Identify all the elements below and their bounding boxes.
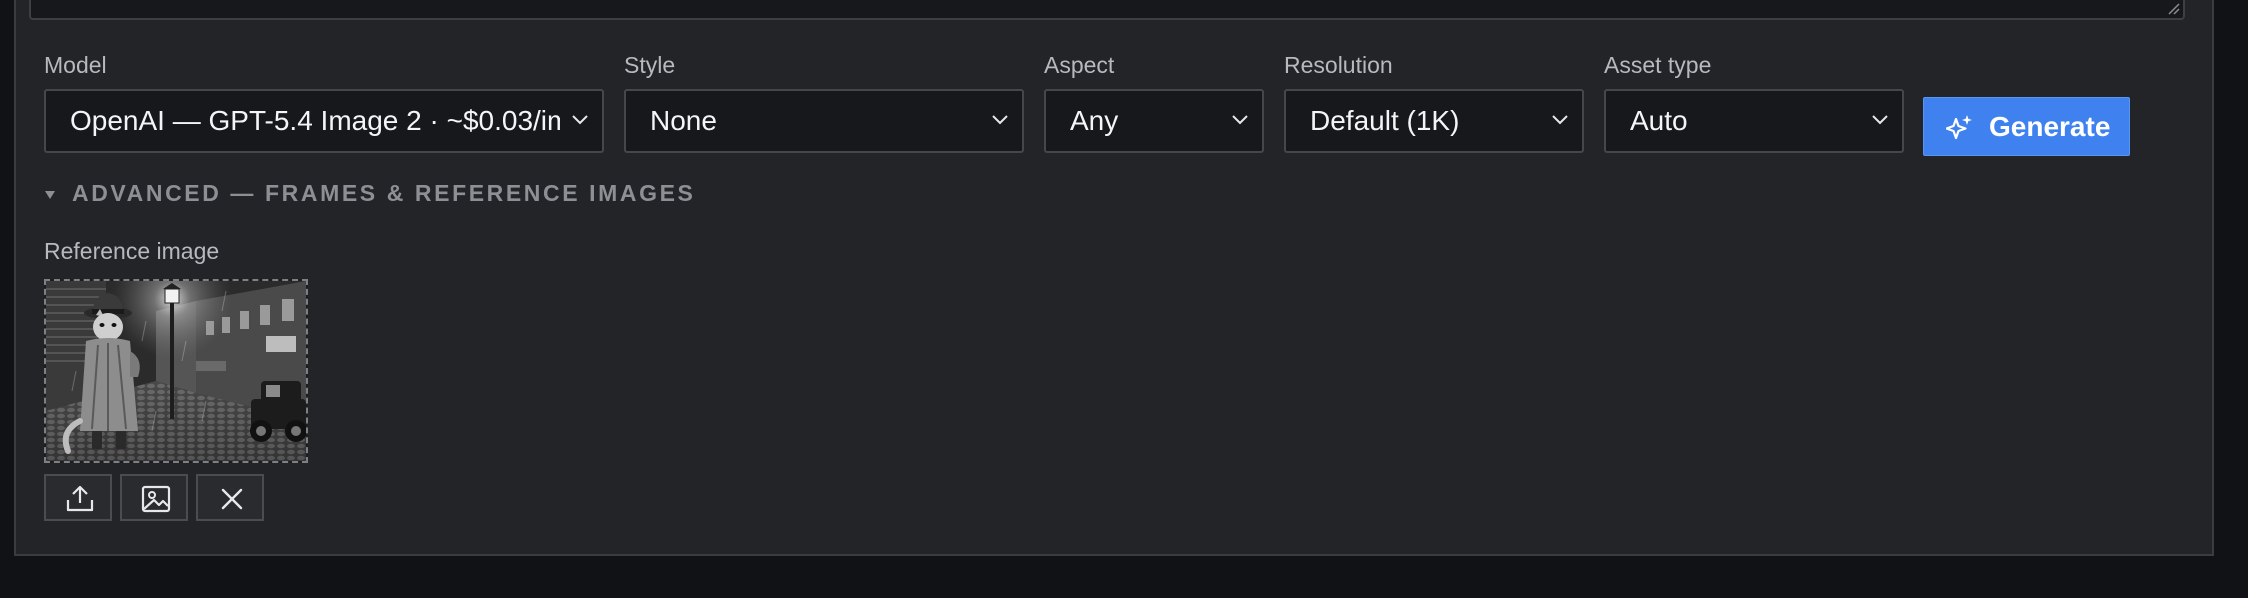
- image-icon: [141, 485, 171, 513]
- style-select-value: None: [650, 105, 717, 136]
- generate-button-label: Generate: [1989, 111, 2111, 142]
- close-icon: [221, 488, 243, 510]
- aspect-select-value: Any: [1070, 105, 1119, 136]
- style-label: Style: [624, 52, 676, 78]
- choose-from-gallery-button[interactable]: [120, 474, 188, 521]
- chevron-down-icon: [1860, 91, 1898, 151]
- generation-panel: [14, 0, 2214, 556]
- chevron-down-icon: [560, 91, 598, 151]
- model-select[interactable]: OpenAI — GPT-5.4 Image 2 · ~$0.03/img: [44, 89, 604, 153]
- upload-button[interactable]: [44, 474, 112, 521]
- upload-icon: [66, 485, 94, 512]
- reference-image-label: Reference image: [44, 238, 220, 264]
- asset-type-select-value: Auto: [1630, 105, 1688, 136]
- chevron-down-icon: [1540, 91, 1578, 151]
- resolution-select-value: Default (1K): [1310, 105, 1460, 136]
- asset-type-label: Asset type: [1604, 52, 1712, 78]
- model-select-value: OpenAI — GPT-5.4 Image 2 · ~$0.03/img: [70, 105, 586, 136]
- aspect-label: Aspect: [1044, 52, 1115, 78]
- chevron-down-icon: [1220, 91, 1258, 151]
- resolution-select[interactable]: Default (1K): [1284, 89, 1584, 153]
- model-label: Model: [44, 52, 107, 78]
- reference-image: [46, 281, 306, 461]
- chevron-down-icon: [980, 91, 1018, 151]
- advanced-disclosure-label: ADVANCED — FRAMES & REFERENCE IMAGES: [72, 180, 696, 206]
- aspect-select[interactable]: Any: [1044, 89, 1264, 153]
- prompt-textarea[interactable]: [29, 0, 2185, 20]
- asset-type-select[interactable]: Auto: [1604, 89, 1904, 153]
- resize-handle-icon[interactable]: [2166, 1, 2180, 15]
- remove-reference-button[interactable]: [196, 474, 264, 521]
- reference-image-thumbnail[interactable]: [44, 279, 308, 463]
- generate-button[interactable]: Generate: [1923, 97, 2130, 156]
- sparkle-icon: [1946, 115, 1972, 140]
- resolution-label: Resolution: [1284, 52, 1393, 78]
- style-select[interactable]: None: [624, 89, 1024, 153]
- triangle-down-icon: [45, 191, 55, 199]
